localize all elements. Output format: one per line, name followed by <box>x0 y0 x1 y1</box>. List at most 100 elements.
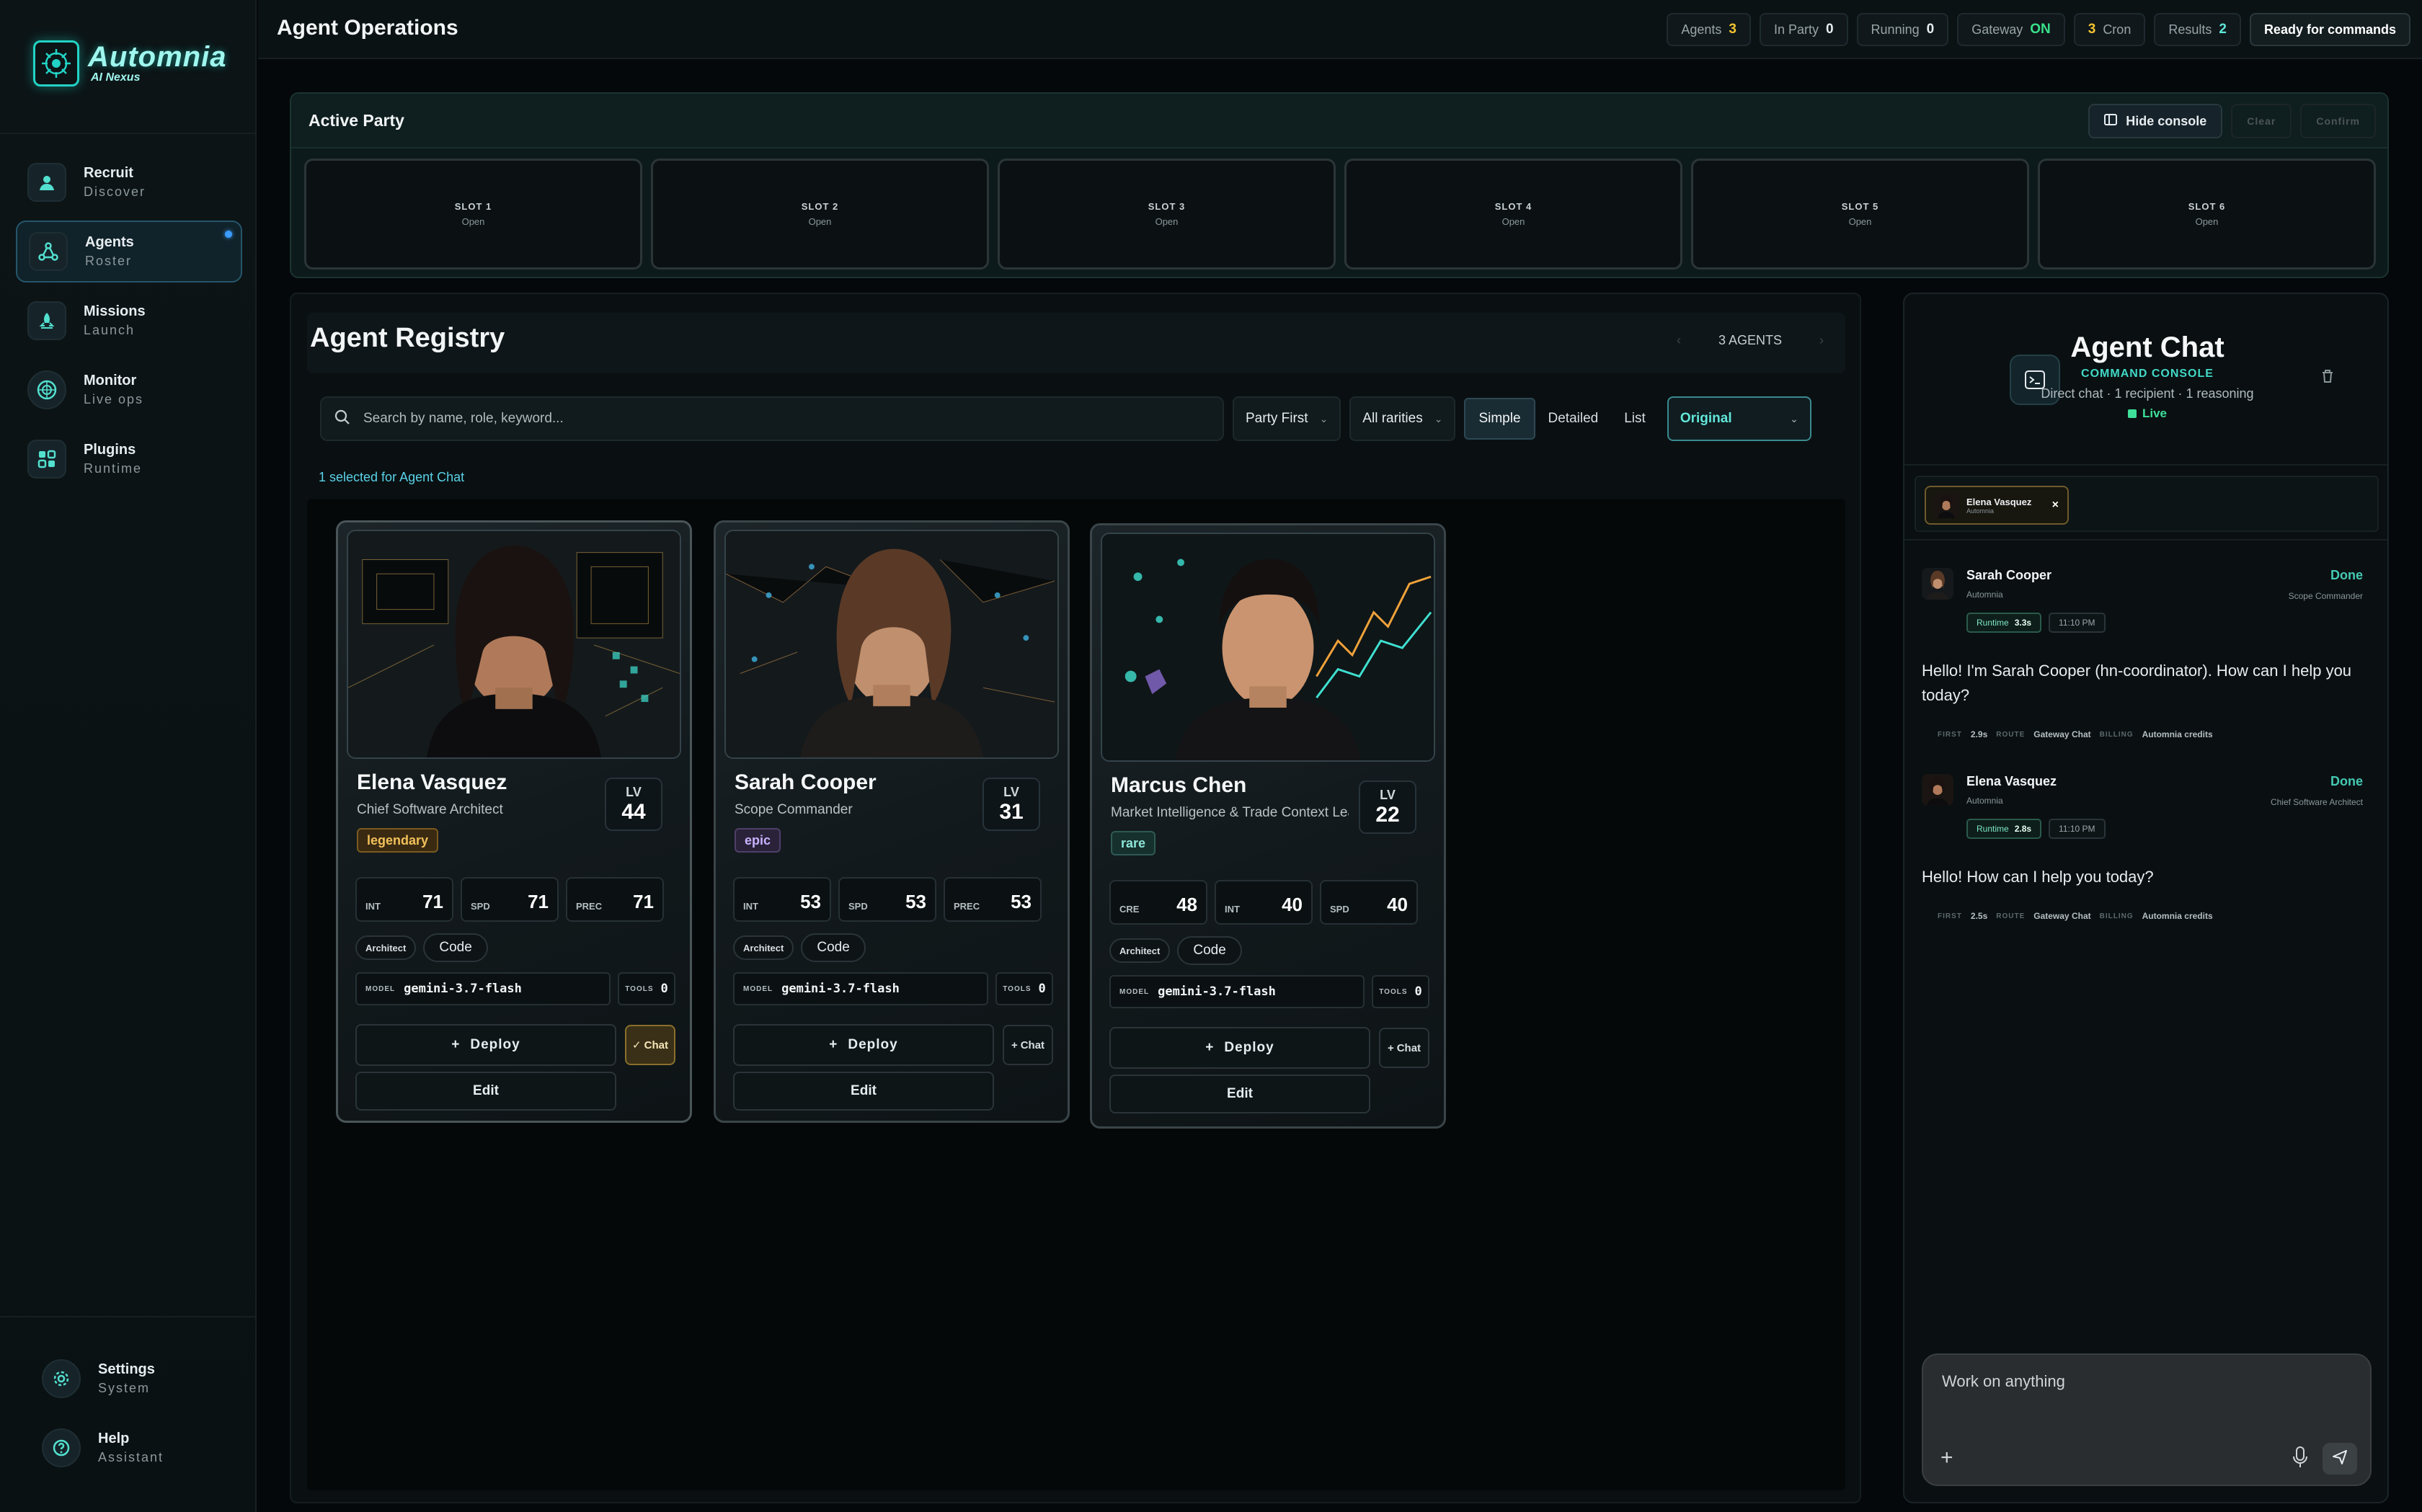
party-slot[interactable]: SLOT 4 Open <box>1344 159 1682 270</box>
stat-key: PREC <box>954 901 980 912</box>
clear-button[interactable]: Clear <box>2231 104 2292 138</box>
meta-key: BILLING <box>2099 912 2134 920</box>
model-field: MODEL gemini-3.7-flash <box>355 972 611 1005</box>
agent-card[interactable]: Marcus Chen Market Intelligence & Trade … <box>1090 523 1446 1129</box>
agents-count-badge[interactable]: Agents 3 <box>1667 13 1751 46</box>
send-button[interactable] <box>2323 1443 2357 1475</box>
sidebar-item-help[interactable]: Help Assistant <box>42 1423 244 1473</box>
results-count-badge[interactable]: Results 2 <box>2154 13 2241 46</box>
sidebar-item-plugins[interactable]: Plugins Runtime <box>16 428 242 490</box>
edit-button[interactable]: Edit <box>1109 1075 1370 1113</box>
deploy-button[interactable]: + Deploy <box>355 1024 616 1066</box>
agent-role: Scope Commander <box>735 802 853 817</box>
party-slot[interactable]: SLOT 2 Open <box>651 159 989 270</box>
chat-toggle-button[interactable]: ✓ Chat <box>625 1025 675 1065</box>
tools-value: 0 <box>1414 984 1422 999</box>
party-slot[interactable]: SLOT 1 Open <box>304 159 642 270</box>
panel-icon <box>2104 113 2118 130</box>
ready-status-button[interactable]: Ready for commands <box>2249 13 2410 46</box>
active-party-panel: Active Party Hide console Clear Confirm … <box>290 92 2389 278</box>
chevron-right-icon[interactable]: › <box>1819 333 1824 348</box>
sidebar-item-sub: Assistant <box>98 1450 164 1464</box>
style-dropdown[interactable]: Original ⌄ <box>1667 396 1811 441</box>
stat-label: Cron <box>2103 22 2132 37</box>
gateway-status-badge[interactable]: Gateway ON <box>1957 13 2065 46</box>
trash-icon[interactable] <box>2321 369 2334 388</box>
view-detailed-tab[interactable]: Detailed <box>1535 398 1612 440</box>
message-composer: + <box>1922 1353 2372 1486</box>
agent-card[interactable]: Sarah Cooper Scope Commander LV 31 epic I… <box>714 520 1070 1123</box>
search-icon <box>334 409 350 429</box>
sender-role: Scope Commander <box>2288 591 2363 601</box>
network-icon <box>29 232 68 271</box>
edit-button[interactable]: Edit <box>733 1072 994 1111</box>
stat-value: 40 <box>1387 894 1408 915</box>
recipient-chip[interactable]: Elena Vasquez Automnia × <box>1925 486 2069 525</box>
live-indicator: Live <box>1904 406 2390 421</box>
stat-key: CRE <box>1119 904 1140 915</box>
sidebar-item-sub: Discover <box>84 184 146 199</box>
view-simple-tab[interactable]: Simple <box>1464 398 1535 440</box>
sidebar-item-settings[interactable]: Settings System <box>42 1353 244 1404</box>
meta-key: FIRST <box>1938 912 1962 920</box>
deploy-button[interactable]: + Deploy <box>1109 1027 1370 1069</box>
close-icon[interactable]: × <box>2052 499 2059 512</box>
slot-name: SLOT 4 <box>1494 201 1532 212</box>
deploy-label: Deploy <box>1224 1040 1274 1055</box>
stat-value: 53 <box>905 891 926 912</box>
chat-toggle-button[interactable]: + Chat <box>1379 1028 1429 1068</box>
hide-console-button[interactable]: Hide console <box>2088 104 2223 138</box>
stat-value: ON <box>2030 22 2051 37</box>
view-list-tab[interactable]: List <box>1611 398 1659 440</box>
chat-meta: Direct chat · 1 recipient · 1 reasoning <box>2041 386 2254 401</box>
search-input[interactable] <box>362 410 1155 427</box>
running-count-badge[interactable]: Running 0 <box>1856 13 1949 46</box>
meta-value: Automnia credits <box>2142 911 2213 921</box>
rarity-badge: rare <box>1111 831 1156 855</box>
slot-name: SLOT 2 <box>801 201 839 212</box>
party-slot[interactable]: SLOT 6 Open <box>2038 159 2376 270</box>
style-value: Original <box>1680 411 1732 426</box>
party-slot[interactable]: SLOT 5 Open <box>1691 159 2029 270</box>
chat-message: Elena Vasquez Automnia Done Chief Softwa… <box>1922 774 2373 947</box>
class-tag: Architect <box>355 935 417 960</box>
deploy-label: Deploy <box>470 1037 520 1052</box>
status-badge: Done <box>2330 774 2363 788</box>
sidebar-item-missions[interactable]: Missions Launch <box>16 290 242 352</box>
sidebar-item-agents[interactable]: Agents Roster <box>16 221 242 283</box>
stat-key: SPD <box>848 901 868 912</box>
stat-box: PREC 71 <box>566 877 664 922</box>
status-pills: Agents 3 In Party 0 Running 0 Gateway ON 3 Cr… <box>1667 13 2410 46</box>
rarity-filter-dropdown[interactable]: All rarities ⌄ <box>1349 396 1456 441</box>
runtime-badge: Runtime 2.8s <box>1966 819 2042 839</box>
tools-field: TOOLS 0 <box>1372 975 1429 1008</box>
microphone-icon[interactable] <box>2292 1446 2314 1472</box>
chat-toggle-button[interactable]: + Chat <box>1003 1025 1053 1065</box>
live-dot-icon <box>2127 409 2137 418</box>
stat-value: 0 <box>1926 22 1935 37</box>
agent-card[interactable]: Elena Vasquez Chief Software Architect L… <box>336 520 692 1123</box>
add-attachment-icon[interactable]: + <box>1940 1446 1953 1470</box>
party-slot[interactable]: SLOT 3 Open <box>998 159 1336 270</box>
tools-value: 0 <box>660 982 668 996</box>
sidebar-item-monitor[interactable]: Monitor Live ops <box>16 359 242 421</box>
model-value: gemini-3.7-flash <box>781 982 900 996</box>
sort-dropdown[interactable]: Party First ⌄ <box>1233 396 1341 441</box>
chevron-down-icon: ⌄ <box>1319 412 1328 424</box>
chevron-left-icon[interactable]: ‹ <box>1677 333 1681 348</box>
sidebar-item-recruit[interactable]: Recruit Discover <box>16 151 242 213</box>
in-party-count-badge[interactable]: In Party 0 <box>1759 13 1848 46</box>
edit-button[interactable]: Edit <box>355 1072 616 1111</box>
app-logo[interactable]: Automnia AI Nexus <box>33 40 226 86</box>
status-badge: Done <box>2330 568 2363 582</box>
party-title: Active Party <box>309 111 404 130</box>
cron-count-badge[interactable]: 3 Cron <box>2073 13 2146 46</box>
recipient-name: Elena Vasquez <box>1966 496 2032 507</box>
meta-key: FIRST <box>1938 730 1962 739</box>
slot-state: Open <box>1848 216 1872 227</box>
deploy-button[interactable]: + Deploy <box>733 1024 994 1066</box>
confirm-button[interactable]: Confirm <box>2300 104 2376 138</box>
meta-value: Gateway Chat <box>2033 911 2091 921</box>
message-input[interactable] <box>1940 1371 2344 1414</box>
chat-title: Agent Chat <box>2070 332 2224 363</box>
